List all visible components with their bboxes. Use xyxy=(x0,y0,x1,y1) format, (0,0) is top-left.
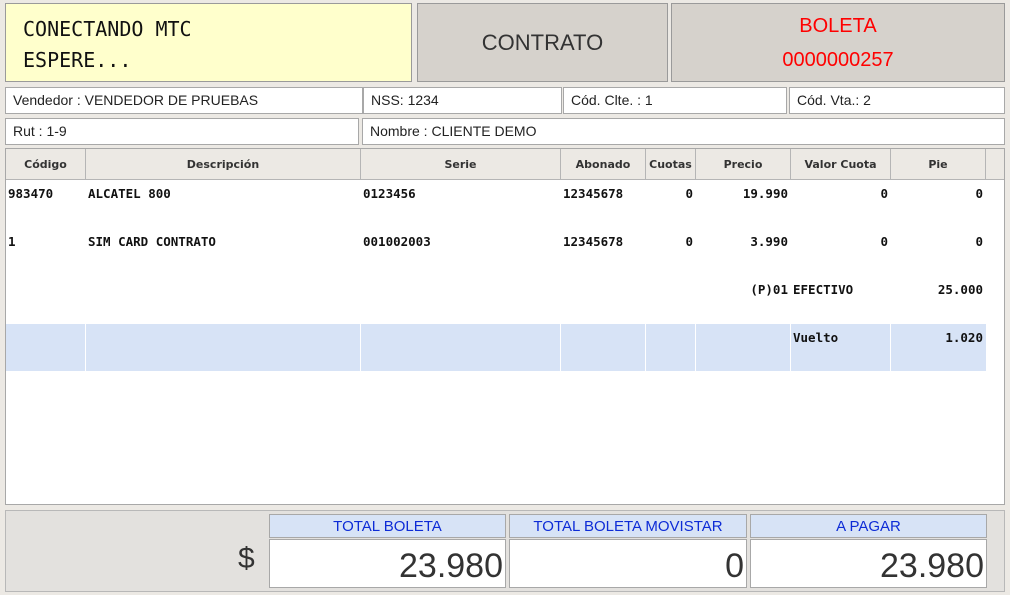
change-row[interactable]: Vuelto 1.020 xyxy=(6,324,986,371)
connection-status-panel: CONECTANDO MTC ESPERE... xyxy=(5,3,412,82)
boleta-label: BOLETA xyxy=(799,14,877,37)
cell-codigo: 1 xyxy=(8,234,16,249)
total-boleta-value: 23.980 xyxy=(269,539,506,588)
rut-field: Rut : 1-9 xyxy=(5,118,359,145)
cod-clte-field: Cód. Clte. : 1 xyxy=(563,87,787,114)
payment-amount: 25.000 xyxy=(937,282,983,297)
col-header-serie[interactable]: Serie xyxy=(361,149,561,180)
status-line-2: ESPERE... xyxy=(23,48,132,72)
cell-abonado: 12345678 xyxy=(563,234,624,249)
total-movistar-label: TOTAL BOLETA MOVISTAR xyxy=(509,514,747,538)
a-pagar-label: A PAGAR xyxy=(750,514,987,538)
col-header-filler xyxy=(986,149,1004,180)
a-pagar-value: 23.980 xyxy=(750,539,987,588)
cell-precio: 19.990 xyxy=(742,186,788,201)
total-movistar-value: 0 xyxy=(509,539,747,588)
col-header-valor-cuota[interactable]: Valor Cuota xyxy=(791,149,891,180)
col-header-descripcion[interactable]: Descripción xyxy=(86,149,361,180)
vendedor-field: Vendedor : VENDEDOR DE PRUEBAS xyxy=(5,87,363,114)
cell-cuotas: 0 xyxy=(685,186,693,201)
total-boleta-label: TOTAL BOLETA xyxy=(269,514,506,538)
col-header-pie[interactable]: Pie xyxy=(891,149,986,180)
cell-valor-cuota: 0 xyxy=(880,234,888,249)
change-amount: 1.020 xyxy=(945,330,983,345)
cell-pie: 0 xyxy=(975,234,983,249)
col-header-cuotas[interactable]: Cuotas xyxy=(646,149,696,180)
cell-serie: 0123456 xyxy=(363,186,416,201)
cell-abonado: 12345678 xyxy=(563,186,624,201)
cell-cuotas: 0 xyxy=(685,234,693,249)
cell-descripcion: SIM CARD CONTRATO xyxy=(88,234,216,249)
col-header-precio[interactable]: Precio xyxy=(696,149,791,180)
cell-pie: 0 xyxy=(975,186,983,201)
cell-codigo: 983470 xyxy=(8,186,54,201)
col-header-codigo[interactable]: Código xyxy=(6,149,86,180)
status-line-1: CONECTANDO MTC xyxy=(23,17,192,41)
payment-code: (P)01 xyxy=(750,282,788,297)
cell-valor-cuota: 0 xyxy=(880,186,888,201)
col-header-abonado[interactable]: Abonado xyxy=(561,149,646,180)
cell-descripcion: ALCATEL 800 xyxy=(88,186,171,201)
mode-label: CONTRATO xyxy=(481,29,604,55)
boleta-number: 0000000257 xyxy=(782,48,894,71)
cell-precio: 3.990 xyxy=(750,234,788,249)
boleta-panel: BOLETA 0000000257 xyxy=(671,3,1005,82)
change-label: Vuelto xyxy=(793,330,839,345)
nss-field: NSS: 1234 xyxy=(363,87,562,114)
payment-method: EFECTIVO xyxy=(793,282,854,297)
currency-symbol: $ xyxy=(238,542,255,575)
cell-serie: 001002003 xyxy=(363,234,431,249)
nombre-field: Nombre : CLIENTE DEMO xyxy=(362,118,1005,145)
cod-vta-field: Cód. Vta.: 2 xyxy=(789,87,1005,114)
mode-button-contrato[interactable]: CONTRATO xyxy=(417,3,668,82)
sales-table[interactable]: Código Descripción Serie Abonado Cuotas … xyxy=(5,148,1005,505)
